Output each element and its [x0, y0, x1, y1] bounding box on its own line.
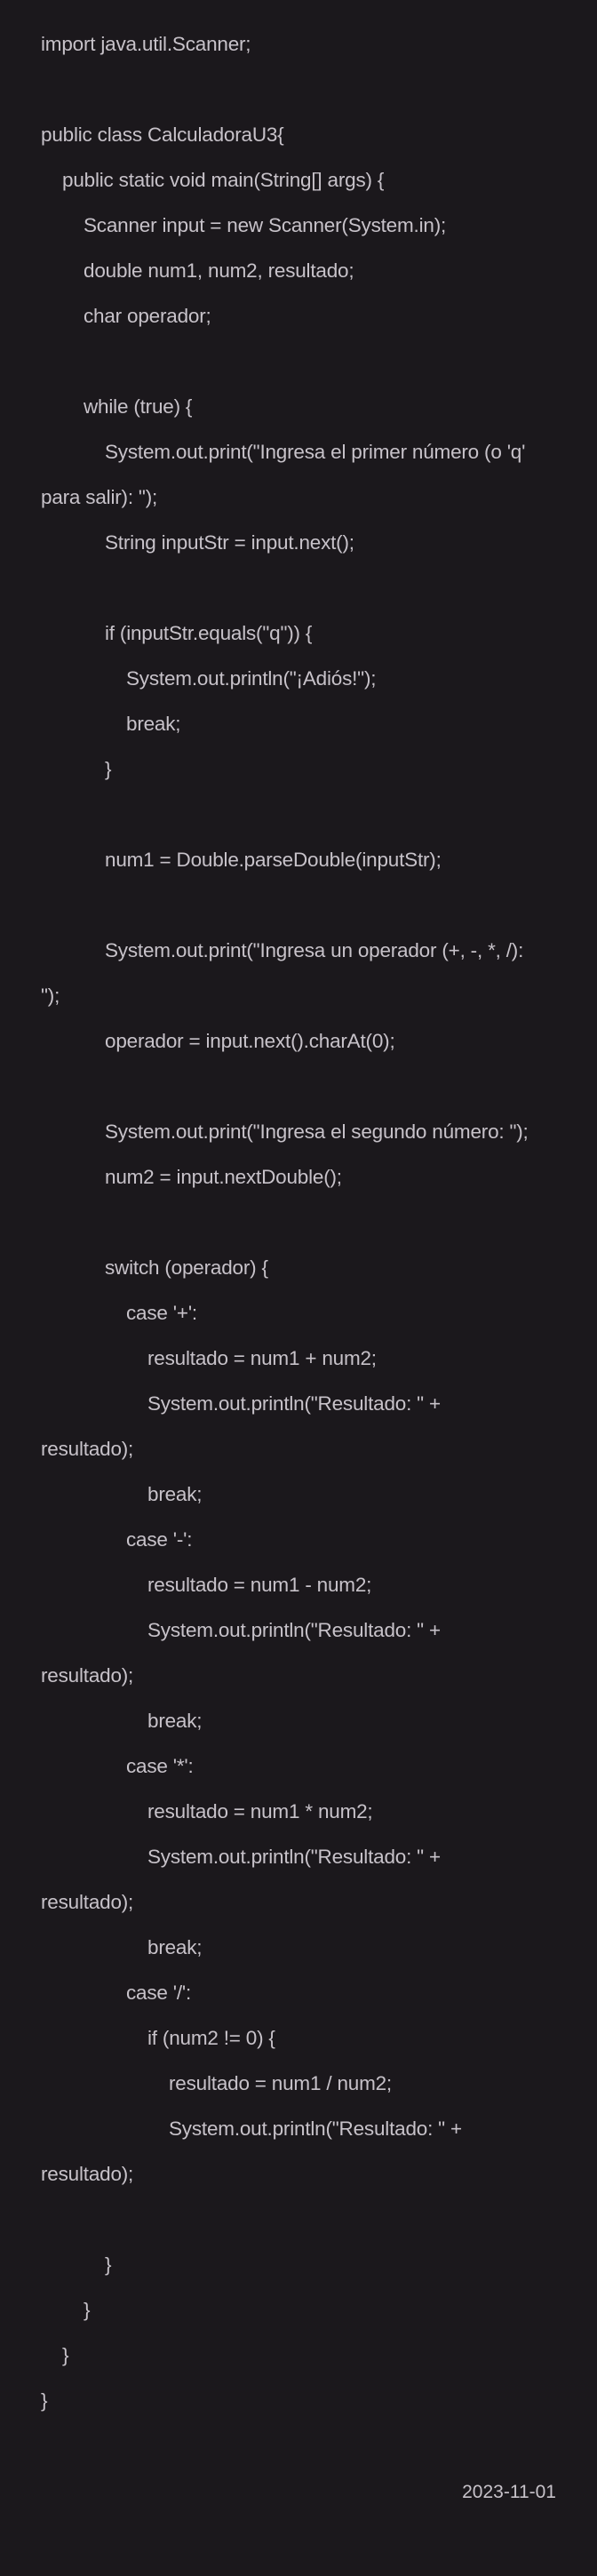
code-block: import java.util.Scanner; public class Ca… — [41, 21, 574, 2423]
code-line: break; — [126, 713, 181, 735]
code-line: System.out.print("Ingresa el primer núme… — [105, 441, 526, 463]
code-line: import java.util.Scanner; — [41, 33, 251, 55]
code-line: char operador; — [84, 305, 211, 327]
code-line: case '-': — [126, 1528, 193, 1551]
code-line: System.out.println("Resultado: " + — [147, 1392, 441, 1415]
code-line: num2 = input.nextDouble(); — [105, 1166, 342, 1188]
code-line: double num1, num2, resultado; — [84, 259, 354, 282]
code-line: System.out.println("¡Adiós!"); — [126, 667, 377, 690]
code-line: } — [84, 2299, 91, 2321]
code-line: } — [105, 2253, 112, 2276]
code-line: case '+': — [126, 1302, 197, 1324]
code-line: while (true) { — [84, 395, 193, 418]
code-line: public static void main(String[] args) { — [62, 169, 385, 191]
code-line: break; — [147, 1710, 203, 1732]
code-line: } — [62, 2344, 69, 2366]
code-line: resultado = num1 * num2; — [147, 1800, 373, 1822]
code-line: case '*': — [126, 1755, 194, 1777]
code-line: if (inputStr.equals("q")) { — [105, 622, 313, 644]
code-line: System.out.println("Resultado: " + — [147, 1619, 441, 1641]
code-line: } — [41, 2389, 48, 2412]
code-line: System.out.println("Resultado: " + — [147, 1846, 441, 1868]
code-line: System.out.print("Ingresa un operador (+… — [105, 939, 524, 961]
code-line: System.out.print("Ingresa el segundo núm… — [105, 1121, 529, 1143]
code-line: if (num2 != 0) { — [147, 2027, 275, 2049]
code-line: "); — [41, 985, 60, 1007]
code-line: case '/': — [126, 1982, 192, 2004]
code-line: break; — [147, 1483, 203, 1505]
post-date: 2023-11-01 — [462, 2482, 556, 2502]
code-line: System.out.println("Resultado: " + — [169, 2117, 462, 2140]
code-line: switch (operador) { — [105, 1256, 268, 1279]
code-line: resultado); — [41, 1438, 134, 1460]
code-line: resultado); — [41, 2163, 134, 2185]
code-line: break; — [147, 1936, 203, 1958]
code-line: } — [105, 758, 112, 780]
code-line: public class CalculadoraU3{ — [41, 124, 284, 146]
code-line: num1 = Double.parseDouble(inputStr); — [105, 849, 442, 871]
code-line: resultado = num1 / num2; — [169, 2072, 392, 2094]
code-line: resultado); — [41, 1664, 134, 1687]
code-line: resultado = num1 - num2; — [147, 1574, 372, 1596]
code-line: operador = input.next().charAt(0); — [105, 1030, 395, 1052]
code-line: resultado = num1 + num2; — [147, 1347, 377, 1369]
code-line: Scanner input = new Scanner(System.in); — [84, 214, 447, 236]
code-line: String inputStr = input.next(); — [105, 531, 354, 554]
code-line: para salir): "); — [41, 486, 158, 508]
code-line: resultado); — [41, 1891, 134, 1913]
